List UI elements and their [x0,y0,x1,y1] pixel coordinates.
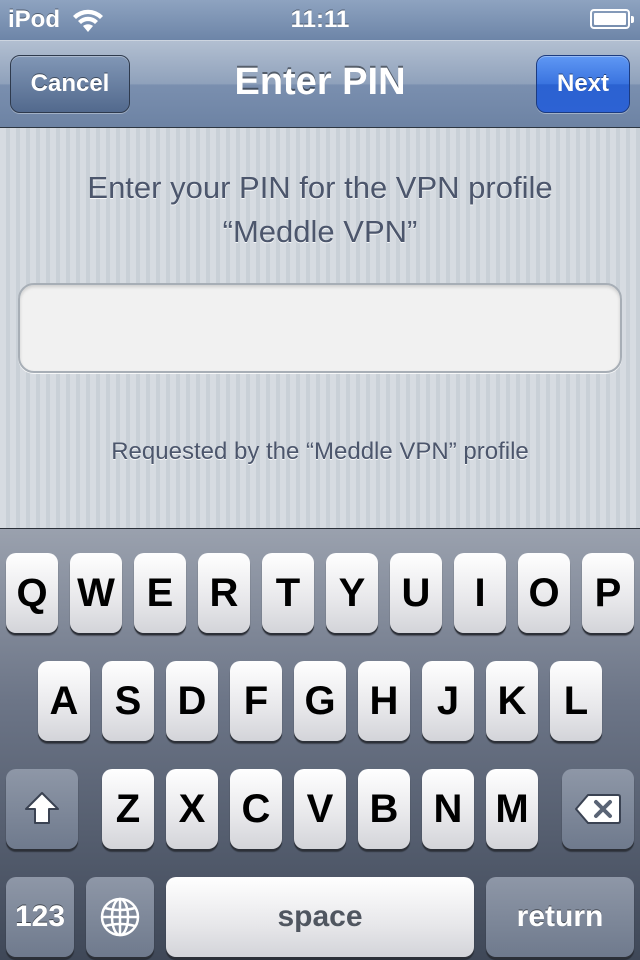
key-g[interactable]: G [294,661,346,741]
globe-key[interactable] [86,877,154,957]
keyboard: Q W E R T Y U I O P A S D F G H J K L Z … [0,528,640,960]
key-k[interactable]: K [486,661,538,741]
key-f[interactable]: F [230,661,282,741]
key-z[interactable]: Z [102,769,154,849]
key-m[interactable]: M [486,769,538,849]
navigation-bar: Cancel Enter PIN Next [0,40,640,128]
shift-key[interactable] [6,769,78,849]
key-c[interactable]: C [230,769,282,849]
delete-icon [562,769,634,825]
key-t[interactable]: T [262,553,314,633]
key-j[interactable]: J [422,661,474,741]
return-key[interactable]: return [486,877,634,957]
key-i[interactable]: I [454,553,506,633]
requested-by-note: Requested by the “Meddle VPN” profile [111,438,529,465]
globe-icon [86,877,154,938]
key-e[interactable]: E [134,553,186,633]
key-y[interactable]: Y [326,553,378,633]
delete-key[interactable] [562,769,634,849]
key-d[interactable]: D [166,661,218,741]
key-w[interactable]: W [70,553,122,633]
space-key[interactable]: space [166,877,474,957]
key-r[interactable]: R [198,553,250,633]
key-q[interactable]: Q [6,553,58,633]
key-p[interactable]: P [582,553,634,633]
shift-icon [6,769,78,829]
key-o[interactable]: O [518,553,570,633]
pin-prompt-line1: Enter your PIN for the VPN profile [87,170,553,205]
key-h[interactable]: H [358,661,410,741]
numbers-key[interactable]: 123 [6,877,74,957]
key-a[interactable]: A [38,661,90,741]
key-l[interactable]: L [550,661,602,741]
pin-prompt-line2: “Meddle VPN” [222,214,418,249]
battery-icon [590,9,634,29]
key-u[interactable]: U [390,553,442,633]
clock: 11:11 [290,6,350,33]
key-s[interactable]: S [102,661,154,741]
key-v[interactable]: V [294,769,346,849]
pin-prompt: Enter your PIN for the VPN profile “Medd… [20,166,620,254]
key-x[interactable]: X [166,769,218,849]
next-button[interactable]: Next [536,55,630,113]
key-n[interactable]: N [422,769,474,849]
pin-entry-panel: Enter your PIN for the VPN profile “Medd… [0,128,640,528]
status-bar: iPod 11:11 [0,0,640,40]
pin-input[interactable] [18,283,622,373]
key-b[interactable]: B [358,769,410,849]
